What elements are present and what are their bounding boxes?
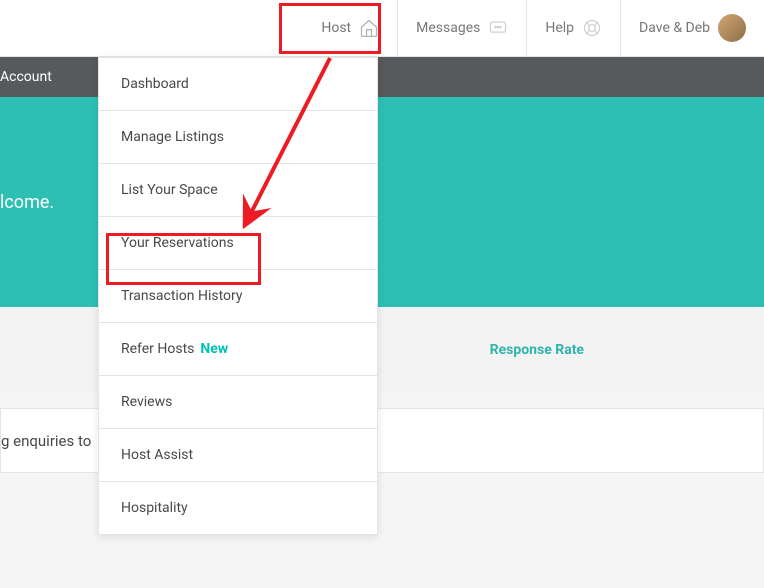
dropdown-item-label: Refer Hosts: [121, 341, 194, 357]
subnav-account-label: Account: [0, 69, 52, 85]
nav-host[interactable]: Host: [303, 0, 397, 56]
messages-icon: [488, 18, 508, 38]
dropdown-list-your-space[interactable]: List Your Space: [99, 164, 377, 217]
dropdown-your-reservations[interactable]: Your Reservations: [99, 217, 377, 270]
nav-user[interactable]: Dave & Deb: [620, 0, 764, 56]
response-rate-label: Response Rate: [490, 342, 584, 358]
home-icon: [359, 18, 379, 38]
dropdown-item-label: Reviews: [121, 394, 172, 410]
dropdown-item-label: Host Assist: [121, 447, 193, 463]
avatar: [718, 14, 746, 42]
dropdown-manage-listings[interactable]: Manage Listings: [99, 111, 377, 164]
top-navigation: Host Messages Help: [0, 0, 764, 57]
dropdown-item-label: Dashboard: [121, 76, 189, 92]
new-badge: New: [200, 341, 228, 357]
nav-help-label: Help: [545, 20, 574, 36]
dropdown-item-label: List Your Space: [121, 182, 218, 198]
dropdown-refer-hosts[interactable]: Refer Hosts New: [99, 323, 377, 376]
dropdown-item-label: Transaction History: [121, 288, 243, 304]
dropdown-hospitality[interactable]: Hospitality: [99, 482, 377, 534]
dropdown-transaction-history[interactable]: Transaction History: [99, 270, 377, 323]
host-dropdown: Dashboard Manage Listings List Your Spac…: [98, 57, 378, 535]
dropdown-host-assist[interactable]: Host Assist: [99, 429, 377, 482]
dropdown-item-label: Hospitality: [121, 500, 188, 516]
nav-help[interactable]: Help: [526, 0, 620, 56]
dropdown-dashboard[interactable]: Dashboard: [99, 58, 377, 111]
nav-messages[interactable]: Messages: [397, 0, 526, 56]
panel-text: g enquiries to: [1, 432, 91, 450]
dropdown-item-label: Manage Listings: [121, 129, 224, 145]
nav-user-label: Dave & Deb: [639, 20, 710, 36]
welcome-text: lcome.: [0, 192, 54, 213]
nav-messages-label: Messages: [416, 20, 480, 36]
dropdown-reviews[interactable]: Reviews: [99, 376, 377, 429]
subnav-account[interactable]: Account: [0, 57, 68, 97]
help-icon: [582, 18, 602, 38]
dropdown-item-label: Your Reservations: [121, 235, 234, 251]
nav-host-label: Host: [321, 20, 351, 36]
